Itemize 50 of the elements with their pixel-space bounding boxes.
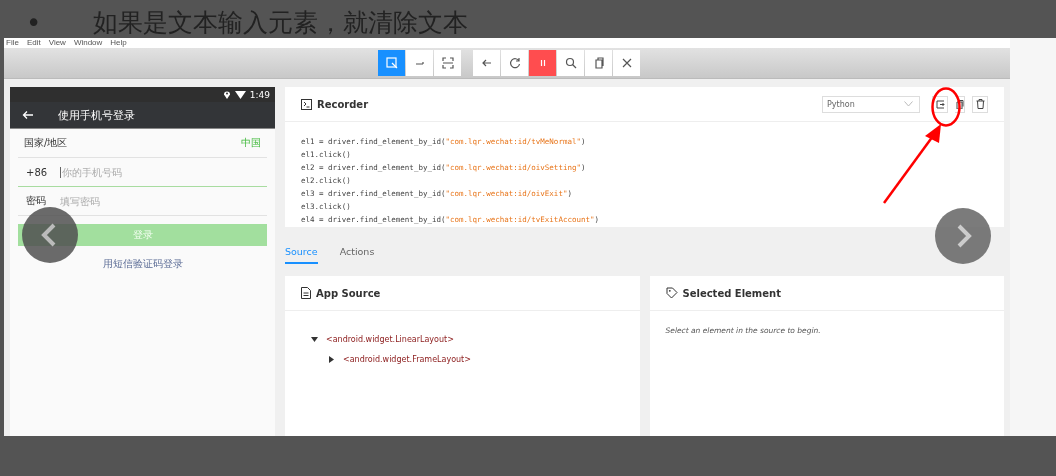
phone-field[interactable]: 你的手机号码 xyxy=(60,166,212,178)
tree-toggle-icon[interactable] xyxy=(328,355,335,363)
sms-login-link[interactable]: 用短信验证码登录 xyxy=(102,258,183,269)
refresh-icon xyxy=(508,57,521,69)
tree-node[interactable]: <android.widget.LinearLayout> xyxy=(326,334,454,344)
search-icon xyxy=(564,57,577,69)
next-button[interactable] xyxy=(935,208,991,264)
password-label: 密码 xyxy=(25,194,47,208)
tree-toggle-icon[interactable] xyxy=(311,335,318,343)
menu-item[interactable]: Edit xyxy=(26,38,41,48)
tab[interactable]: Actions xyxy=(339,246,375,264)
country-code: +86 xyxy=(25,166,49,178)
tag-icon xyxy=(665,287,678,299)
app-source-title: App Source xyxy=(316,287,381,299)
delete-button[interactable] xyxy=(972,95,988,113)
file-icon xyxy=(301,287,311,299)
select-icon xyxy=(385,57,398,69)
close-button[interactable] xyxy=(613,50,640,76)
previous-button[interactable] xyxy=(22,207,78,263)
copy-icon xyxy=(592,57,605,69)
tap-area-button[interactable] xyxy=(434,50,461,76)
refresh-button[interactable] xyxy=(501,50,528,76)
copy-icon xyxy=(955,99,964,109)
screen-title: 使用手机号登录 xyxy=(58,107,135,123)
recorder-title: Recorder xyxy=(317,98,369,110)
tree-node[interactable]: <android.widget.FrameLayout> xyxy=(343,354,471,364)
menu-item[interactable]: Help xyxy=(110,38,127,48)
password-field[interactable]: 填写密码 xyxy=(60,195,210,207)
language-select[interactable]: Python xyxy=(822,95,920,113)
menu-item[interactable]: View xyxy=(48,38,66,48)
region-label: 国家/地区 xyxy=(24,136,69,150)
bullet: • xyxy=(26,8,42,38)
highlight-ring xyxy=(930,86,962,128)
status-time: 1:49 xyxy=(249,89,270,100)
search-button[interactable] xyxy=(557,50,584,76)
menu-item[interactable]: Window xyxy=(73,38,103,48)
caret-icon xyxy=(904,101,913,107)
menu-item[interactable]: File xyxy=(6,38,19,48)
back-arrow-icon[interactable] xyxy=(22,110,34,120)
copy-button[interactable] xyxy=(955,95,965,113)
close-icon xyxy=(620,57,633,69)
wifi-icon xyxy=(234,90,246,99)
selected-element-title: Selected Element xyxy=(682,287,781,299)
copy-button[interactable] xyxy=(585,50,612,76)
location-icon xyxy=(222,90,231,99)
tap-area-icon xyxy=(441,57,454,69)
terminal-icon xyxy=(301,98,312,110)
export-icon xyxy=(935,99,945,109)
trash-icon xyxy=(975,99,985,109)
back-icon xyxy=(480,57,493,69)
